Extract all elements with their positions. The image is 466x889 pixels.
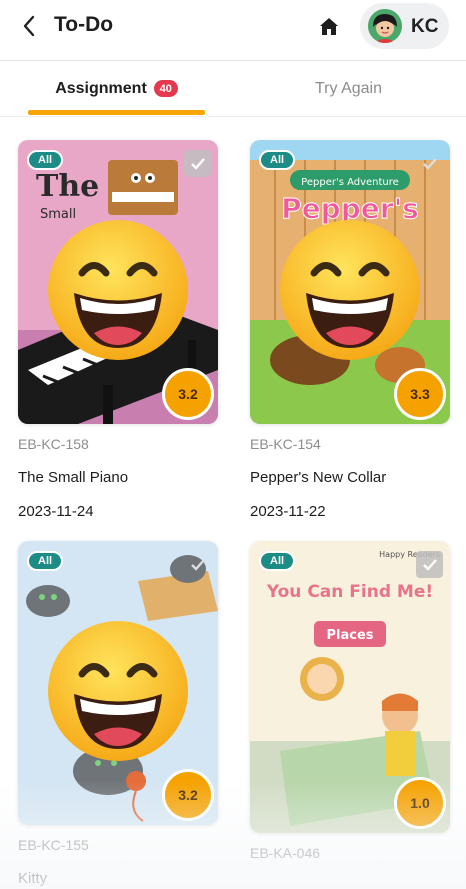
category-tag: All xyxy=(259,150,296,170)
select-checkbox[interactable] xyxy=(416,150,443,177)
reading-level-badge: 3.2 xyxy=(162,769,214,821)
book-code: EB-KC-158 xyxy=(18,436,89,452)
book-cover[interactable]: The Small All 3.2 xyxy=(18,140,218,424)
back-button[interactable] xyxy=(18,14,42,38)
book-title: Kitty xyxy=(18,870,48,887)
tab-try-again-label: Try Again xyxy=(315,79,382,97)
user-profile-button[interactable]: KC xyxy=(360,3,449,49)
book-date: 2023-11-24 xyxy=(18,503,94,520)
select-checkbox[interactable] xyxy=(416,551,443,578)
category-tag: All xyxy=(27,551,64,571)
home-button[interactable] xyxy=(317,15,341,39)
cover-series-label: Pepper's Adventure xyxy=(301,177,399,188)
book-title: Pepper's New Collar xyxy=(250,469,387,486)
book-card[interactable]: The Small All 3.2 EB-KC-158 The Small Pi… xyxy=(18,140,218,520)
book-card[interactable]: All 3.2 EB-KC-155 Kitty xyxy=(18,541,218,887)
book-code: EB-KA-046 xyxy=(250,845,321,861)
grinning-emoji-icon xyxy=(48,621,188,761)
reading-level-badge: 3.3 xyxy=(394,368,446,420)
cover-title: You Can Find Me! xyxy=(266,582,433,602)
cover-subtitle: Places xyxy=(326,628,373,643)
checkmark-icon xyxy=(422,157,437,170)
checkmark-icon xyxy=(190,558,205,571)
book-title: The Small Piano xyxy=(18,469,129,486)
checkmark-icon xyxy=(422,558,437,571)
tab-divider xyxy=(0,116,466,117)
category-tag: All xyxy=(259,551,296,571)
cover-title-line-1: The xyxy=(36,169,99,204)
active-tab-indicator xyxy=(28,110,205,115)
book-card[interactable]: Pepper's Adventure Pepper's All 3.3 EB-K… xyxy=(250,140,450,520)
category-tag: All xyxy=(27,150,64,170)
select-checkbox[interactable] xyxy=(184,150,211,177)
tab-bar: Assignment 40 Try Again xyxy=(0,61,466,116)
book-cover[interactable]: All 3.2 xyxy=(18,541,218,825)
book-cover[interactable]: Pepper's Adventure Pepper's All 3.3 xyxy=(250,140,450,424)
user-initials: KC xyxy=(411,16,439,37)
app-header: To-Do KC xyxy=(0,0,466,60)
grinning-emoji-icon xyxy=(280,220,420,360)
book-cover[interactable]: Happy Readers You Can Find Me! Places Al… xyxy=(250,541,450,833)
grinning-emoji-icon xyxy=(48,220,188,360)
assignment-count-badge: 40 xyxy=(153,80,178,97)
checkmark-icon xyxy=(190,157,205,170)
reading-level-badge: 1.0 xyxy=(394,777,446,829)
page-title: To-Do xyxy=(54,13,114,36)
book-date: 2023-11-22 xyxy=(250,503,326,520)
reading-level-badge: 3.2 xyxy=(162,368,214,420)
home-icon xyxy=(320,18,338,35)
book-card[interactable]: Happy Readers You Can Find Me! Places Al… xyxy=(250,541,450,861)
select-checkbox[interactable] xyxy=(184,551,211,578)
tab-try-again[interactable]: Try Again xyxy=(260,61,437,116)
chevron-left-icon xyxy=(23,15,35,37)
book-code: EB-KC-154 xyxy=(250,436,321,452)
book-code: EB-KC-155 xyxy=(18,837,89,853)
tab-assignment-label: Assignment xyxy=(55,79,147,97)
tab-assignment[interactable]: Assignment 40 xyxy=(28,61,205,116)
avatar xyxy=(368,9,402,43)
